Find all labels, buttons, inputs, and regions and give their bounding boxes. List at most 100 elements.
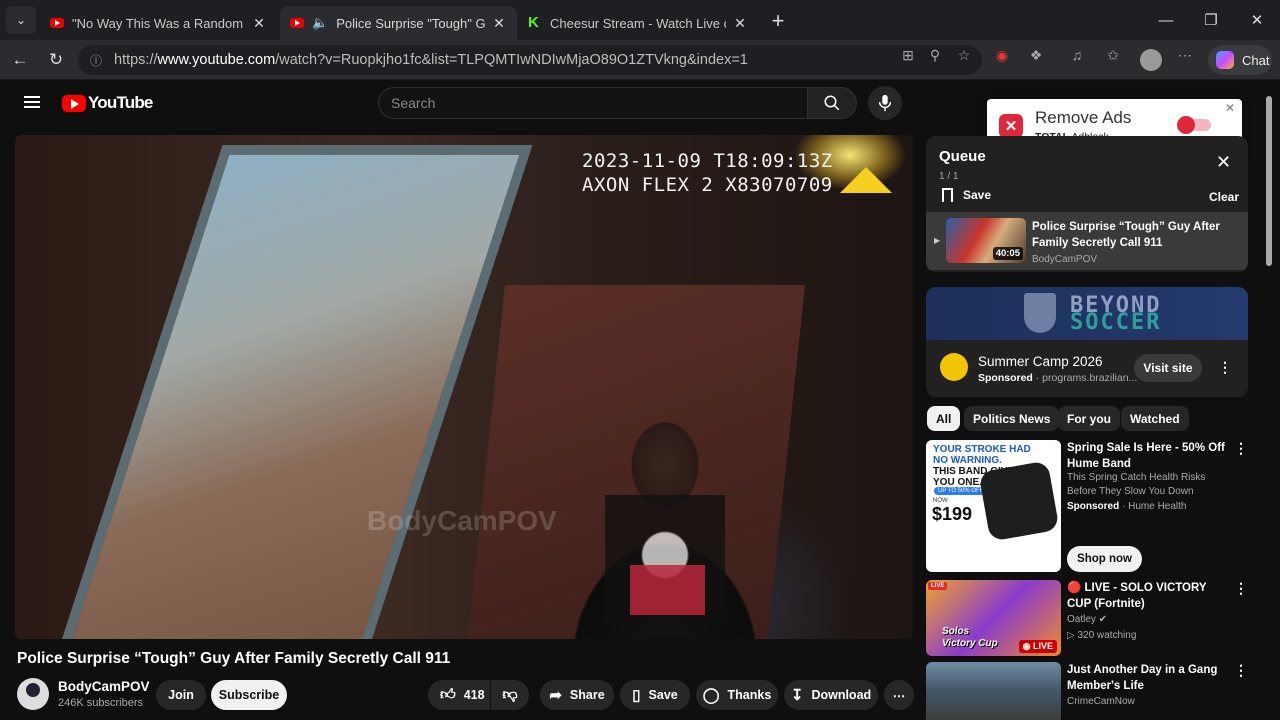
more-icon[interactable]: ⋮ [1234,580,1248,597]
microphone-icon [878,94,892,112]
more-menu-icon[interactable]: ⋯ [1176,47,1194,63]
speaker-icon[interactable]: 🔈 [312,15,328,31]
like-button[interactable]: 👍︎ 418 [428,680,490,710]
more-actions-button[interactable]: ⋯ [884,680,914,710]
search-button[interactable] [807,87,857,119]
sponsored-ad-card[interactable]: BEYOND SOCCER Summer Camp 2026 Sponsored… [926,287,1248,397]
back-button[interactable]: ← [7,48,33,72]
chip-watched[interactable]: Watched [1121,406,1189,431]
close-queue-icon[interactable]: ✕ [1216,152,1231,173]
recommendation-title: 🔴 LIVE - SOLO VICTORY CUP (Fortnite) [1067,582,1207,610]
close-tab-icon[interactable]: ✕ [732,15,748,32]
recommendation-description: This Spring Catch Health Risks Before Th… [1067,472,1206,497]
queue-count: 1 / 1 [939,171,959,182]
like-count: 418 [463,688,485,702]
minimize-button[interactable]: — [1146,8,1186,32]
close-window-button[interactable]: ✕ [1237,8,1277,32]
site-info-icon[interactable]: ⓘ [90,52,104,69]
search-input[interactable]: Search [378,87,808,119]
queue-title: Queue [939,148,986,165]
remove-ads-toggle[interactable] [1177,116,1211,134]
tab-title: Cheesur Stream - Watch Live on Ki [550,15,726,31]
recommendation-item[interactable]: LIVE Solos Victory Cup ◉ LIVE 🔴 LIVE - S… [926,580,1266,656]
browser-tab-active[interactable]: 🔈 Police Surprise "Tough" Guy A ✕ [280,6,517,40]
channel-name[interactable]: BodyCamPOV [58,679,150,694]
voice-search-button[interactable] [868,86,902,120]
logo-text: YouTube [88,93,153,112]
recommendation-thumbnail: LIVE Solos Victory Cup ◉ LIVE [926,580,1061,656]
close-tab-icon[interactable]: ✕ [491,15,507,32]
save-button[interactable]: ▯ Save [620,680,690,710]
chip-politics-news[interactable]: Politics News [964,406,1060,431]
verified-icon: ✔ [1098,614,1108,625]
thanks-label: Thanks [727,688,772,702]
download-button[interactable]: ↧ Download [784,680,878,710]
recommendation-channel: Oatley ✔ [1067,614,1108,625]
restore-button[interactable]: ❐ [1191,8,1231,32]
copilot-chat-button[interactable]: Chat [1208,45,1272,75]
address-bar[interactable]: ⓘ https://www.youtube.com/watch?v=Ruopkj… [78,45,982,75]
chip-all[interactable]: All [927,406,961,431]
queue-item-title: Police Surprise “Tough” Guy After Family… [1032,221,1220,249]
adblock-title: Remove Ads [1035,108,1132,127]
close-tab-icon[interactable]: ✕ [251,15,267,32]
subscriber-count: 246K subscribers [58,697,143,709]
chip-for-you[interactable]: For you [1058,406,1120,431]
now-playing-icon: ▶ [934,236,941,245]
more-icon[interactable]: ⋮ [1234,440,1248,457]
close-icon[interactable]: ✕ [1225,101,1235,115]
thumbs-up-icon: 👍︎ [440,686,456,703]
ad-banner[interactable]: BEYOND SOCCER [926,287,1248,340]
favorites-icon[interactable]: ✩ [1104,47,1122,63]
profile-avatar[interactable] [1140,49,1162,71]
join-button[interactable]: Join [156,680,206,710]
new-tab-button[interactable]: + [765,8,791,34]
visit-site-button[interactable]: Visit site [1134,354,1202,382]
zoom-icon[interactable]: ⚲ [926,47,944,63]
queue-clear-button[interactable]: Clear [1209,190,1239,204]
shop-now-button[interactable]: Shop now [1067,546,1142,572]
browser-tab[interactable]: K Cheesur Stream - Watch Live on Ki ✕ [518,6,758,40]
browser-tab-bar: ⌄ "No Way This Was a Random Traffi ✕ 🔈 P… [0,0,1280,40]
extensions-icon[interactable]: ❖ [1027,47,1045,63]
ad-more-icon[interactable]: ⋮ [1218,359,1232,376]
thanks-button[interactable]: ◯ Thanks [696,680,778,710]
youtube-logo[interactable]: YouTube [62,93,153,113]
channel-avatar[interactable] [17,678,49,710]
thumb-text: Solos Victory Cup [942,626,998,649]
recommendation-thumbnail [926,662,1061,720]
chip-label: Politics News [973,411,1051,426]
recommendation-thumbnail: YOUR STROKE HAD NO WARNING. THIS BAND GI… [926,440,1061,572]
recommendation-item[interactable]: Just Another Day in a Gang Member's Life… [926,662,1266,720]
queue-item-channel: BodyCamPOV [1032,254,1098,265]
browser-tab[interactable]: "No Way This Was a Random Traffi ✕ [40,6,277,40]
recommendation-viewers: ▷ 320 watching [1067,630,1137,641]
menu-icon[interactable] [24,96,40,108]
page-scrollbar[interactable] [1266,96,1272,266]
recommendation-item[interactable]: YOUR STROKE HAD NO WARNING. THIS BAND GI… [926,440,1266,572]
media-control-icon[interactable]: ♫ [1068,47,1086,63]
advertiser-logo [940,353,968,381]
channel-watermark: BodyCamPOV [367,505,557,536]
thumb-discount-badge: UP TO 50% OFF [934,487,988,495]
kick-favicon-icon: K [528,14,539,31]
app-available-icon[interactable]: ⊞ [899,47,917,63]
tab-title: "No Way This Was a Random Traffi [72,15,245,31]
ad-crest-logo [1024,293,1056,333]
queue-item[interactable]: ▶ 40:05 Police Surprise “Tough” Guy Afte… [926,212,1248,270]
more-icon[interactable]: ⋮ [1234,662,1248,679]
bodycam-timestamp: 2023-11-09 T18:09:13Z [582,150,833,172]
live-badge: ◉ LIVE [1018,640,1057,653]
tab-actions-menu-button[interactable]: ⌄ [6,6,36,34]
refresh-button[interactable]: ↻ [43,48,69,72]
chip-label: For you [1067,411,1111,426]
youtube-favicon-icon [290,18,304,28]
dislike-button[interactable]: 👎︎ [491,680,529,710]
subscribe-button[interactable]: Subscribe [211,680,287,710]
share-button[interactable]: ➦ Share [540,680,614,710]
shop-now-label: Shop now [1077,553,1132,565]
favorite-star-icon[interactable]: ☆ [955,47,973,63]
queue-save-button[interactable]: Save [942,188,991,202]
adblock-extension-icon[interactable]: ◉ [993,47,1011,63]
video-player[interactable]: 2023-11-09 T18:09:13Z AXON FLEX 2 X83070… [15,135,913,639]
